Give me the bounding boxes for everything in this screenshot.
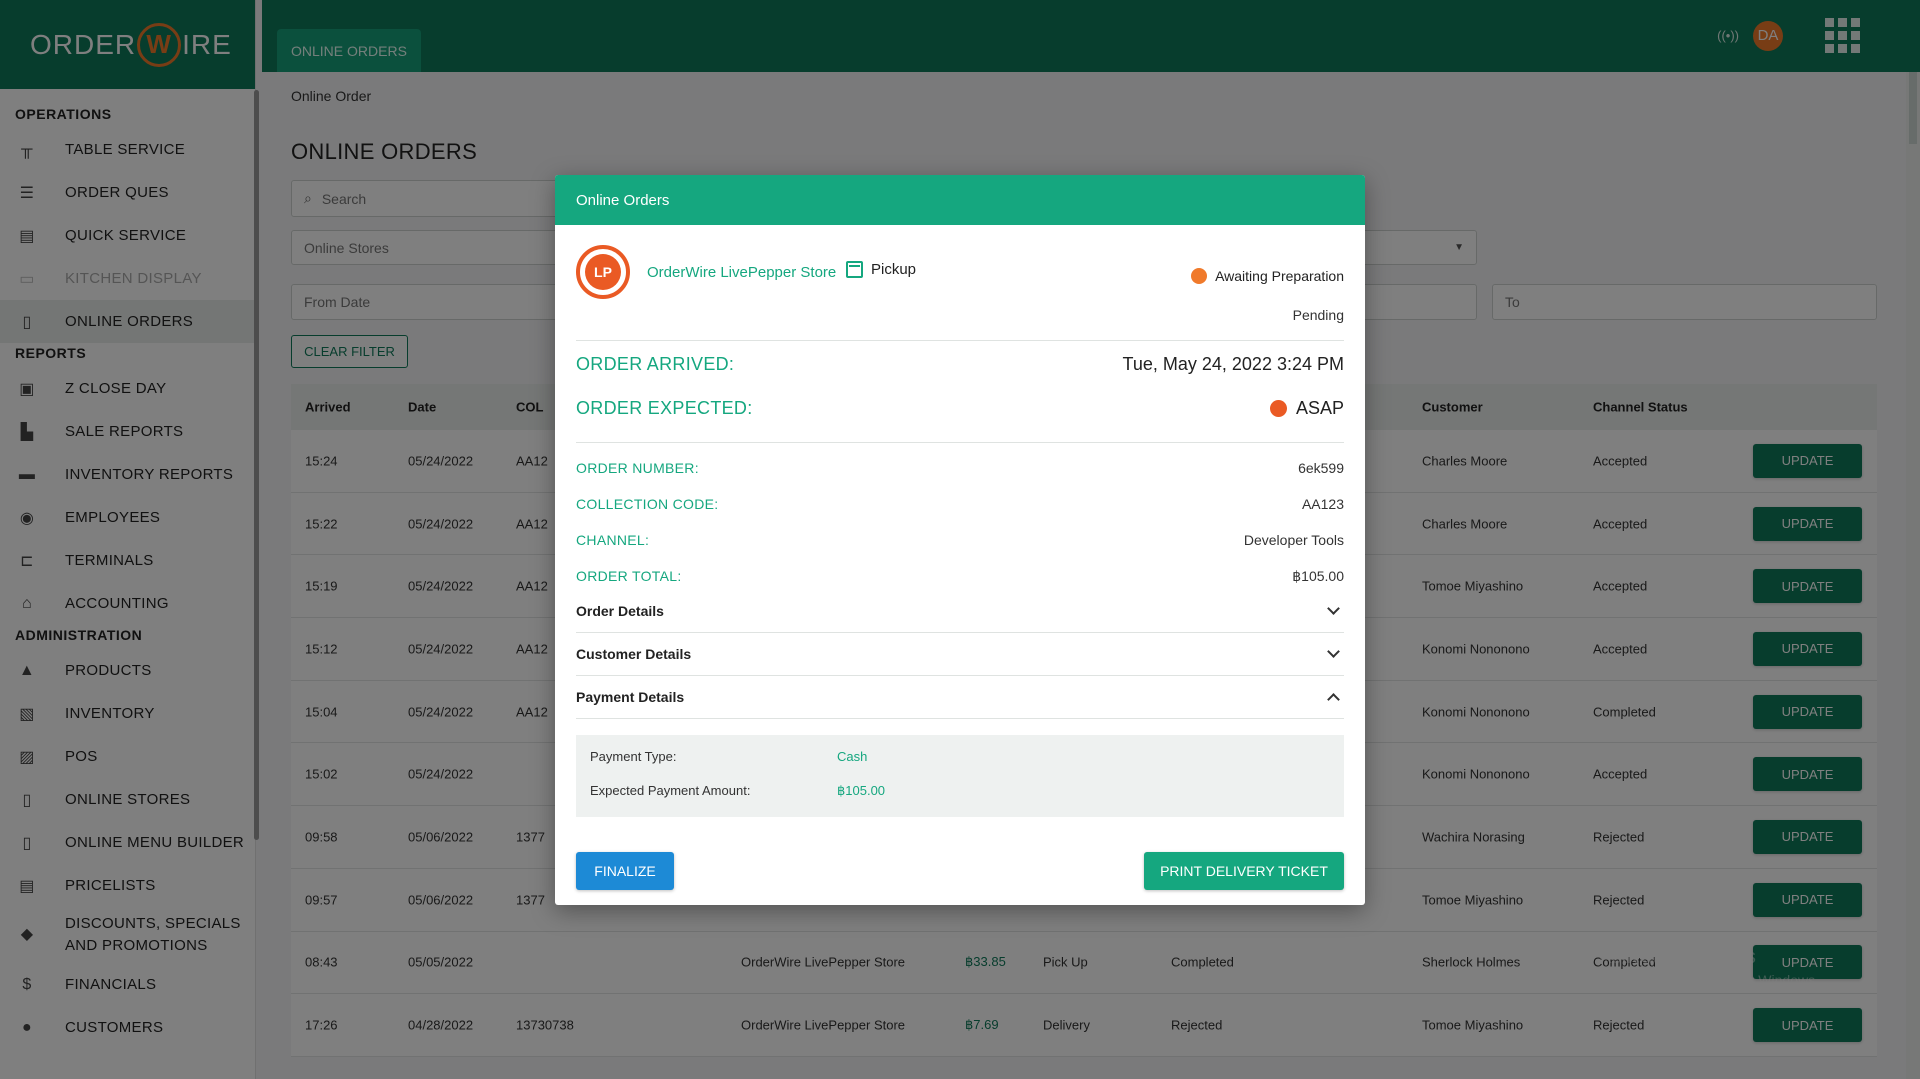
- payment-type-value: Cash: [837, 749, 868, 764]
- order-status: Awaiting Preparation: [1191, 268, 1344, 284]
- store-row: LP OrderWire LivePepper Store Pickup Awa…: [576, 245, 1344, 325]
- payment-type-label: Payment Type:: [590, 749, 677, 764]
- arrived-label: ORDER ARRIVED:: [576, 354, 735, 374]
- order-details-title: Order Details: [576, 603, 664, 619]
- asap-dot-icon: [1269, 400, 1287, 417]
- chevron-down-icon: [1327, 602, 1340, 615]
- order-number-label: ORDER NUMBER:: [576, 460, 699, 476]
- store-logo: LP: [576, 245, 630, 299]
- storefront-icon: [846, 261, 863, 278]
- sub-status: Pending: [1292, 307, 1344, 323]
- customer-details-title: Customer Details: [576, 646, 692, 662]
- payment-details-panel: Payment Type: Cash Expected Payment Amou…: [576, 735, 1344, 817]
- chevron-up-icon: [1327, 692, 1340, 706]
- arrived-text: Tue, May 24, 2022 3:24 PM: [1122, 354, 1344, 374]
- payment-details-accordion[interactable]: Payment Details: [576, 676, 1344, 719]
- collection-code-value: AA123: [1301, 496, 1344, 512]
- divider: [576, 340, 1344, 341]
- channel-label: CHANNEL:: [576, 532, 650, 548]
- store-name[interactable]: OrderWire LivePepper Store: [647, 264, 836, 281]
- store-logo-text: LP: [585, 254, 621, 290]
- payment-details-title: Payment Details: [576, 689, 685, 705]
- expected-text: ASAP: [1295, 398, 1344, 418]
- order-type: Pickup: [846, 261, 916, 278]
- chevron-down-icon: [1327, 645, 1340, 658]
- status-label: Awaiting Preparation: [1215, 268, 1344, 284]
- customer-details-accordion[interactable]: Customer Details: [576, 633, 1344, 676]
- order-details-accordion[interactable]: Order Details: [576, 590, 1344, 633]
- arrived-value: Tue, May 24, 2022 3:24 PM: [1123, 354, 1344, 375]
- expected-value: ASAP: [1269, 398, 1344, 419]
- print-delivery-ticket-button[interactable]: PRINT DELIVERY TICKET: [1144, 852, 1344, 890]
- order-type-label: Pickup: [871, 261, 917, 278]
- order-number-value: 6ek599: [1298, 460, 1344, 476]
- order-modal: Online Orders LP OrderWire LivePepper St…: [555, 175, 1365, 905]
- modal-title: Online Orders: [555, 175, 1365, 225]
- expected-amount-value: ฿105.00: [837, 783, 886, 798]
- channel-value: Developer Tools: [1243, 532, 1344, 548]
- expected-label: ORDER EXPECTED:: [576, 398, 753, 418]
- expected-amount-label: Expected Payment Amount:: [590, 783, 751, 798]
- collection-code-label: COLLECTION CODE:: [576, 496, 719, 512]
- order-total-label: ORDER TOTAL:: [576, 568, 682, 584]
- order-total-value: ฿105.00: [1292, 568, 1344, 584]
- status-dot-icon: [1191, 268, 1208, 284]
- divider: [576, 442, 1344, 443]
- finalize-button[interactable]: FINALIZE: [576, 852, 674, 890]
